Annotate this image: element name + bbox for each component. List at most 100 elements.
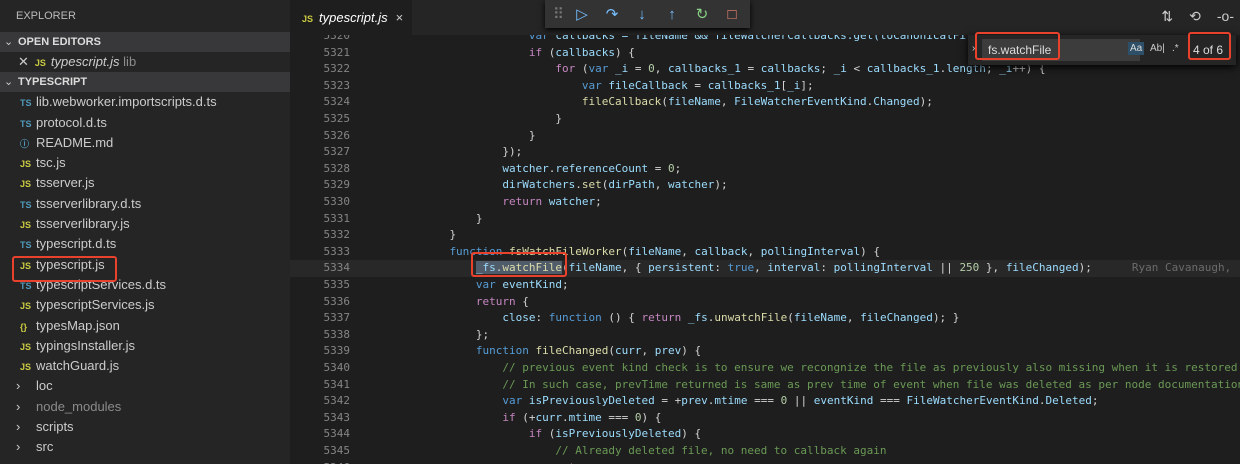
code-line: 5332} <box>290 227 1240 244</box>
file-name: typescript.d.ts <box>36 236 117 252</box>
code-text: if (callbacks) { <box>529 45 635 62</box>
restart-icon[interactable]: ↻ <box>693 5 711 23</box>
code-token: , <box>747 244 761 258</box>
folder-item[interactable]: › scripts <box>0 417 290 437</box>
file-item[interactable]: {} typesMap.json <box>0 316 290 336</box>
js-file-icon: JS <box>302 14 314 24</box>
step-into-icon[interactable]: ↓ <box>633 6 651 23</box>
code-text: watcher.referenceCount = 0; <box>502 161 681 178</box>
whole-word-toggle[interactable]: Ab| <box>1148 42 1167 55</box>
code-token: curr <box>615 344 642 358</box>
code-token: _i <box>787 78 801 92</box>
ts-file-icon: TS <box>20 240 32 251</box>
file-item[interactable]: TS typescript.d.ts <box>0 234 290 254</box>
code-token: }, <box>979 261 1006 275</box>
code-line: 5334 _fs.watchFile(fileName, { persistent… <box>290 260 1240 277</box>
code-token: _i <box>614 62 629 76</box>
line-number: 5320 <box>323 35 351 42</box>
line-number: 5333 <box>323 244 351 258</box>
code-token: FileWatcherEventKind <box>734 95 867 109</box>
code-token: // Already deleted file, no need to call… <box>555 444 887 457</box>
code-line: 5346 return; <box>290 460 1240 464</box>
file-item[interactable]: JS typescriptServices.js <box>0 295 290 315</box>
tab-typescript-js[interactable]: JS typescript.js × <box>290 0 412 35</box>
code-token: ; <box>595 195 602 208</box>
code-token: fileChanged <box>535 344 609 358</box>
code-token: var <box>528 35 556 42</box>
close-icon[interactable]: × <box>396 10 404 25</box>
drag-handle-icon[interactable]: ⠿ <box>553 5 564 23</box>
line-number: 5334 <box>323 261 351 275</box>
file-item[interactable]: JS typingsInstaller.js <box>0 336 290 356</box>
file-item[interactable]: TS protocol.d.ts <box>0 113 290 133</box>
code-token: , <box>641 344 655 358</box>
json-file-icon: {} <box>20 321 28 332</box>
go-back-icon[interactable]: ⟲ <box>1189 8 1201 25</box>
code-token: , <box>654 178 668 192</box>
debug-toolbar: ⠿ ▷ ↷ ↓ ↑ ↻ □ <box>545 0 750 28</box>
stop-icon[interactable]: □ <box>723 6 741 23</box>
file-item[interactable]: TS lib.webworker.importscripts.d.ts <box>0 92 290 112</box>
line-number: 5332 <box>323 228 351 242</box>
folder-item[interactable]: › loc <box>0 376 290 396</box>
code-token: // previous event kind check is to ensur… <box>502 361 1238 374</box>
file-item[interactable]: JS tsserver.js <box>0 173 290 193</box>
code-token: pollingInterval <box>760 244 861 258</box>
file-item[interactable]: JS watchGuard.js <box>0 356 290 376</box>
code-token: : <box>535 311 549 325</box>
code-token: || <box>932 261 960 275</box>
match-case-toggle[interactable]: Aa <box>1128 42 1145 55</box>
code-token: curr <box>535 410 563 424</box>
code-token: if <box>502 410 516 424</box>
file-item[interactable]: JS tsserverlibrary.js <box>0 214 290 234</box>
code-text: return watcher; <box>502 194 601 211</box>
highlight-box <box>471 252 567 277</box>
open-editors-header[interactable]: ⌄ OPEN EDITORS <box>0 32 290 52</box>
line-number: 5338 <box>323 327 351 341</box>
code-token: }); <box>502 145 523 159</box>
step-out-icon[interactable]: ↑ <box>663 6 681 23</box>
code-token: Changed <box>873 95 920 109</box>
code-token: === <box>873 394 907 408</box>
close-icon[interactable]: ✕ <box>18 54 29 69</box>
open-changes-icon[interactable]: ⇅ <box>1161 8 1173 25</box>
line-number: 5328 <box>323 161 351 175</box>
line-number: 5344 <box>323 427 351 441</box>
file-item[interactable]: TS tsserverlibrary.d.ts <box>0 194 290 214</box>
code-text: } <box>555 111 562 128</box>
regex-toggle[interactable]: .* <box>1170 42 1181 55</box>
code-token: fileName <box>793 311 847 325</box>
code-token: ); } <box>932 311 960 325</box>
code-token: Deleted <box>1045 394 1092 408</box>
file-item[interactable]: JS tsc.js <box>0 153 290 173</box>
folder-item[interactable]: › src <box>0 437 290 457</box>
continue-icon[interactable]: ▷ <box>573 5 591 23</box>
code-token: ( <box>608 344 615 358</box>
code-editor[interactable]: 5320 var callbacks = fileName && fileWatc… <box>290 35 1240 464</box>
code-line: 5339 function fileChanged(curr, prev) { <box>290 343 1240 360</box>
code-text: } <box>476 211 483 228</box>
step-over-icon[interactable]: ↷ <box>603 5 621 23</box>
file-item[interactable]: ⓘ README.md <box>0 133 290 153</box>
commit-icon[interactable]: -o- <box>1217 8 1234 25</box>
js-file-icon: JS <box>20 220 32 231</box>
code-token: , { <box>621 261 649 275</box>
code-token: FileWatcherEventKind <box>906 394 1039 408</box>
file-name: tsserverlibrary.js <box>36 216 130 232</box>
code-token: ); <box>919 95 933 109</box>
code-token: } <box>555 112 562 125</box>
code-token: = <box>740 62 761 76</box>
typescript-folder-header[interactable]: ⌄ TYPESCRIPT <box>0 72 290 93</box>
code-token: ) { <box>860 244 880 258</box>
code-token: true <box>727 261 755 275</box>
file-name: tsc.js <box>36 155 66 171</box>
code-line: 5328 watcher.referenceCount = 0; <box>290 161 1240 178</box>
ts-file-icon: TS <box>20 118 32 129</box>
code-text: return; <box>555 460 601 464</box>
code-token: prev <box>654 344 682 358</box>
code-line: 5330 return watcher; <box>290 194 1240 211</box>
folder-item[interactable]: › node_modules <box>0 397 290 417</box>
open-editor-item[interactable]: ✕ JS typescript.js lib <box>0 52 290 72</box>
code-token: if <box>528 427 543 441</box>
code-text: } <box>529 128 536 145</box>
